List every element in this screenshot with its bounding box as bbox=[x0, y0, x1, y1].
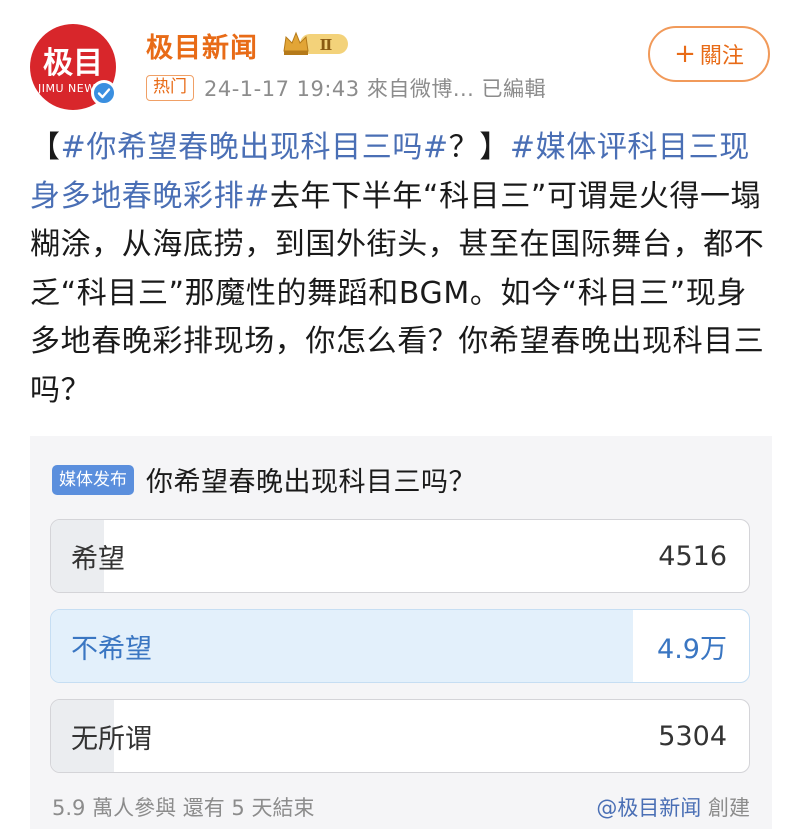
follow-label: 關注 bbox=[699, 44, 744, 69]
hot-badge: 热门 bbox=[146, 75, 194, 101]
poll-creator-link[interactable]: @极目新闻 bbox=[596, 796, 701, 820]
verified-icon bbox=[91, 80, 117, 106]
poll-title: 你希望春晚出现科目三吗？ bbox=[146, 467, 476, 498]
poll-option-no-hope[interactable]: 不希望 4.9万 bbox=[50, 609, 750, 683]
poll-option-label: 不希望 bbox=[71, 633, 152, 665]
poll-participation-status: 5.9 萬人參與 還有 5 天結束 bbox=[52, 796, 315, 820]
plus-icon: + bbox=[674, 39, 696, 69]
post-text: 【#你希望春晚出现科目三吗#？】#媒体评科目三现身多地春晚彩排#去年下半年“科目… bbox=[30, 124, 775, 415]
poll-option-count: 4.9万 bbox=[657, 633, 727, 665]
poll-creator-suffix: 創建 bbox=[701, 796, 750, 820]
avatar-logo-text: 极目 bbox=[43, 46, 103, 81]
account-name[interactable]: 极目新闻 bbox=[146, 26, 258, 65]
poll-tag: 媒体发布 bbox=[52, 464, 134, 495]
poll-option-indifferent[interactable]: 无所谓 5304 bbox=[50, 699, 750, 773]
vip-level-text: Ⅱ bbox=[320, 36, 333, 54]
poll-option-label: 无所谓 bbox=[71, 723, 152, 755]
poll-option-count: 4516 bbox=[658, 540, 727, 572]
post-header: 极目 JIMU NEW 极目新闻 Ⅱ 热门 24-1-17 19:43 來自微博… bbox=[0, 0, 800, 120]
post-timestamp-source: 24-1-17 19:43 來自微博... 已編輯 bbox=[204, 77, 547, 101]
topic-link-1[interactable]: #你希望春晚出现科目三吗# bbox=[61, 130, 449, 165]
post-meta: 热门 24-1-17 19:43 來自微博... 已編輯 bbox=[146, 74, 546, 102]
vip-crown-icon: Ⅱ bbox=[282, 29, 350, 57]
bracket-open: 【 bbox=[30, 130, 61, 165]
poll-header: 媒体发布 你希望春晚出现科目三吗？ bbox=[52, 460, 476, 499]
poll-card: 媒体发布 你希望春晚出现科目三吗？ 希望 4516 不希望 4.9万 无所谓 5… bbox=[30, 436, 772, 829]
poll-creator: @极目新闻 創建 bbox=[596, 792, 750, 822]
poll-option-hope[interactable]: 希望 4516 bbox=[50, 519, 750, 593]
poll-option-label: 希望 bbox=[71, 543, 125, 575]
poll-option-count: 5304 bbox=[658, 720, 727, 752]
follow-button[interactable]: + 關注 bbox=[648, 26, 770, 82]
bracket-close: ？】 bbox=[448, 130, 510, 165]
